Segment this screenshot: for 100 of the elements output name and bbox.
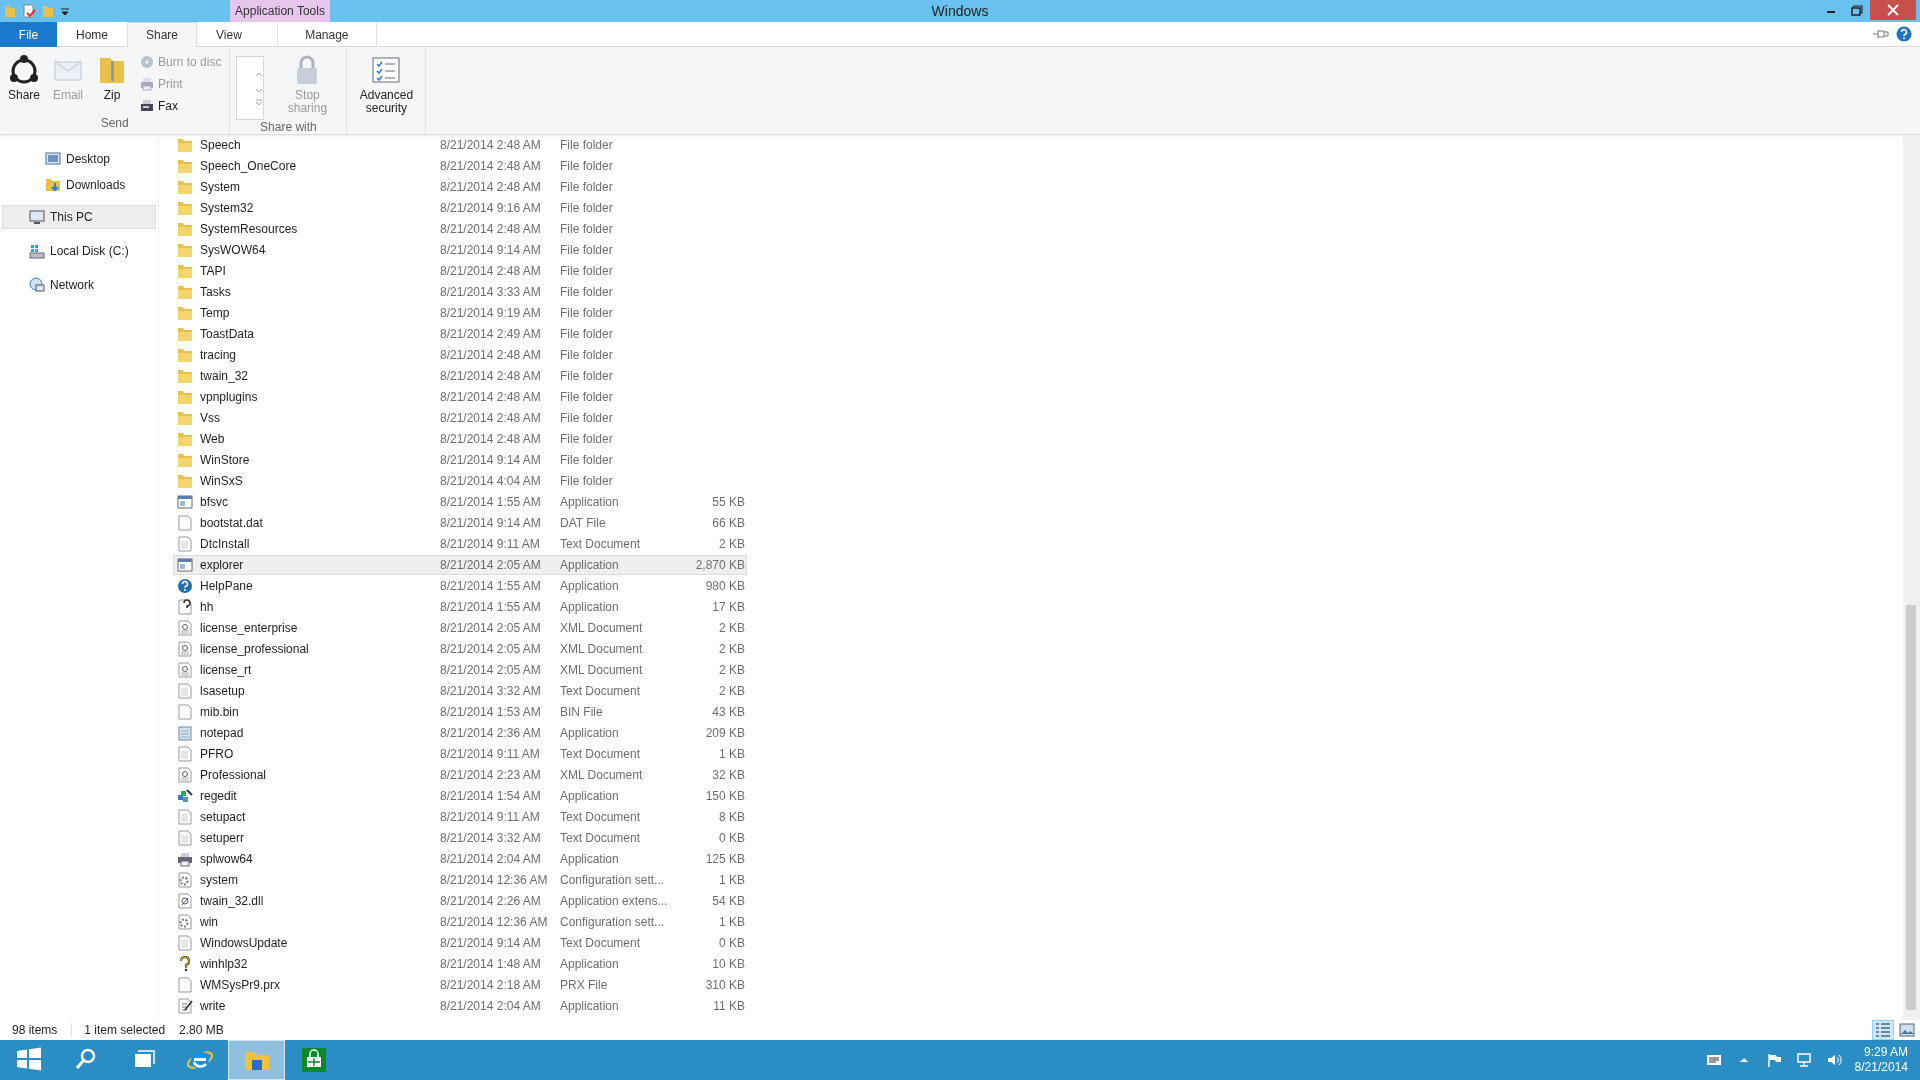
file-row[interactable]: twain_32.dll 8/21/2014 2:26 AM Application extens... 54 KB	[173, 891, 747, 911]
file-type: Text Document	[560, 747, 641, 761]
nav-item[interactable]: Desktop	[2, 147, 156, 171]
folder-icon	[177, 431, 193, 447]
checklist-icon	[370, 54, 403, 86]
file-row[interactable]: SystemResources 8/21/2014 2:48 AM File folder	[173, 219, 747, 239]
file-row[interactable]: splwow64 8/21/2014 2:04 AM Application 125 KB	[173, 849, 747, 869]
file-row[interactable]: license_rt 8/21/2014 2:05 AM XML Document 2 KB	[173, 660, 747, 680]
file-row[interactable]: license_enterprise 8/21/2014 2:05 AM XML Document 2 KB	[173, 618, 747, 638]
file-row[interactable]: tracing 8/21/2014 2:48 AM File folder	[173, 345, 747, 365]
file-type: XML Document	[560, 642, 643, 656]
file-type: File folder	[560, 348, 613, 362]
view-button[interactable]	[1896, 1020, 1918, 1040]
file-row[interactable]: System 8/21/2014 2:48 AM File folder	[173, 177, 747, 197]
help-icon[interactable]	[1896, 26, 1912, 42]
file-size: 2,870 KB	[695, 558, 745, 572]
ribbon-tab[interactable]: Share	[127, 22, 198, 47]
date-modified: 8/21/2014 9:11 AM	[440, 810, 540, 824]
file-row[interactable]: WinSxS 8/21/2014 4:04 AM File folder	[173, 471, 747, 491]
pen-document-icon	[177, 998, 193, 1014]
flag-icon[interactable]	[1765, 1052, 1782, 1068]
file-row[interactable]: Speech 8/21/2014 2:48 AM File folder	[173, 135, 747, 155]
file-row[interactable]: bfsvc 8/21/2014 1:55 AM Application 55 KB	[173, 492, 747, 512]
file-row[interactable]: win 8/21/2014 12:36 AM Configuration sett... 1 KB	[173, 912, 747, 932]
date-modified: 8/21/2014 1:54 AM	[440, 789, 541, 803]
file-row[interactable]: TAPI 8/21/2014 2:48 AM File folder	[173, 261, 747, 281]
properties-icon[interactable]	[22, 4, 36, 18]
file-row[interactable]: Tasks 8/21/2014 3:33 AM File folder	[173, 282, 747, 302]
file-row[interactable]: PFRO 8/21/2014 9:11 AM Text Document 1 KB	[173, 744, 747, 764]
date-modified: 8/21/2014 9:14 AM	[440, 453, 541, 467]
file-row[interactable]: setuperr 8/21/2014 3:32 AM Text Document 0 KB	[173, 828, 747, 848]
file-row[interactable]: write 8/21/2014 2:04 AM Application 11 KB	[173, 996, 747, 1016]
file-type: PRX File	[560, 978, 608, 992]
help-icon	[177, 578, 193, 594]
folder-icon	[177, 410, 193, 426]
file-row[interactable]: notepad 8/21/2014 2:36 AM Application 209 KB	[173, 723, 747, 743]
nav-item[interactable]: This PC	[2, 205, 156, 229]
folder-icon	[177, 200, 193, 216]
file-row[interactable]: Vss 8/21/2014 2:48 AM File folder	[173, 408, 747, 428]
file-row[interactable]: twain_32 8/21/2014 2:48 AM File folder	[173, 366, 747, 386]
close-icon[interactable]	[1870, 0, 1916, 20]
ribbon-tab[interactable]: Home	[57, 22, 127, 47]
ribbon-button[interactable]: Share	[4, 50, 45, 102]
file-name: system	[200, 873, 238, 887]
file-row[interactable]: explorer 8/21/2014 2:05 AM Application 2,870 KB	[173, 555, 747, 575]
file-name: setuperr	[200, 831, 245, 845]
file-row[interactable]: Professional 8/21/2014 2:23 AM XML Document 32 KB	[173, 765, 747, 785]
file-icon	[177, 977, 193, 993]
file-name: lsasetup	[200, 684, 245, 698]
file-row[interactable]: HelpPane 8/21/2014 1:55 AM Application 980 KB	[173, 576, 747, 596]
ribbon-button[interactable]: Zip	[92, 50, 133, 102]
file-row[interactable]: WinStore 8/21/2014 9:14 AM File folder	[173, 450, 747, 470]
file-row[interactable]: bootstat.dat 8/21/2014 9:14 AM DAT File 66 KB	[173, 513, 747, 533]
file-row[interactable]: setupact 8/21/2014 9:11 AM Text Document 8 KB	[173, 807, 747, 827]
file-row[interactable]: Temp 8/21/2014 9:19 AM File folder	[173, 303, 747, 323]
view-button[interactable]	[1872, 1020, 1894, 1040]
file-name: vpnplugins	[200, 390, 258, 404]
application-icon	[177, 494, 193, 510]
scrollbar-thumb[interactable]	[1906, 605, 1916, 1010]
file-row[interactable]: vpnplugins 8/21/2014 2:48 AM File folder	[173, 387, 747, 407]
scroll-arrows-icon[interactable]	[255, 70, 264, 106]
date-text: 8/21/2014	[1854, 1060, 1908, 1075]
nav-item[interactable]: Local Disk (C:)	[2, 239, 156, 263]
message-icon[interactable]	[1705, 1052, 1722, 1068]
nav-item[interactable]: Downloads	[2, 173, 156, 197]
file-row[interactable]: Speech_OneCore 8/21/2014 2:48 AM File folder	[173, 156, 747, 176]
file-row[interactable]: winhlp32 8/21/2014 1:48 AM Application 10 KB	[173, 954, 747, 974]
taskbar-button[interactable]	[228, 1040, 285, 1080]
date-modified: 8/21/2014 2:18 AM	[440, 978, 541, 992]
file-row[interactable]: license_professional 8/21/2014 2:05 AM XML Document 2 KB	[173, 639, 747, 659]
file-row[interactable]: System32 8/21/2014 9:16 AM File folder	[173, 198, 747, 218]
file-row[interactable]: Web 8/21/2014 2:48 AM File folder	[173, 429, 747, 449]
pin-icon[interactable]	[1872, 27, 1890, 41]
file-row[interactable]: lsasetup 8/21/2014 3:32 AM Text Document 2 KB	[173, 681, 747, 701]
file-row[interactable]: ToastData 8/21/2014 2:49 AM File folder	[173, 324, 747, 344]
clock[interactable]: 9:29 AM 8/21/2014	[1848, 1045, 1914, 1075]
ribbon-button[interactable]: Fax	[136, 96, 226, 116]
file-row[interactable]: mib.bin 8/21/2014 1:53 AM BIN File 43 KB	[173, 702, 747, 722]
file-row[interactable]: SysWOW64 8/21/2014 9:14 AM File folder	[173, 240, 747, 260]
ribbon-tab[interactable]: View	[197, 22, 261, 47]
file-row[interactable]: hh 8/21/2014 1:55 AM Application 17 KB	[173, 597, 747, 617]
date-modified: 8/21/2014 2:48 AM	[440, 222, 541, 236]
file-size: 310 KB	[705, 978, 745, 992]
file-row[interactable]: system 8/21/2014 12:36 AM Configuration sett... 1 KB	[173, 870, 747, 890]
file-row[interactable]: regedit 8/21/2014 1:54 AM Application 150 KB	[173, 786, 747, 806]
volume-icon[interactable]	[1825, 1052, 1842, 1068]
ribbon-tab[interactable]: File	[0, 22, 57, 47]
file-row[interactable]: WindowsUpdate 8/21/2014 9:14 AM Text Document 0 KB	[173, 933, 747, 953]
time-text: 9:29 AM	[1863, 1045, 1908, 1060]
file-type: DAT File	[560, 516, 606, 530]
file-type: Text Document	[560, 684, 641, 698]
date-modified: 8/21/2014 2:23 AM	[440, 768, 541, 782]
file-type: Configuration sett...	[560, 915, 665, 929]
file-row[interactable]: DtcInstall 8/21/2014 9:11 AM Text Document 2 KB	[173, 534, 747, 554]
file-row[interactable]: WMSysPr9.prx 8/21/2014 2:18 AM PRX File 310 KB	[173, 975, 747, 995]
network-icon[interactable]	[1795, 1052, 1812, 1068]
scrollbar[interactable]	[1903, 135, 1920, 1020]
file-name: WinStore	[200, 453, 250, 467]
nav-item[interactable]: Network	[2, 273, 156, 297]
ribbon-button[interactable]: Advanced security	[351, 50, 422, 115]
